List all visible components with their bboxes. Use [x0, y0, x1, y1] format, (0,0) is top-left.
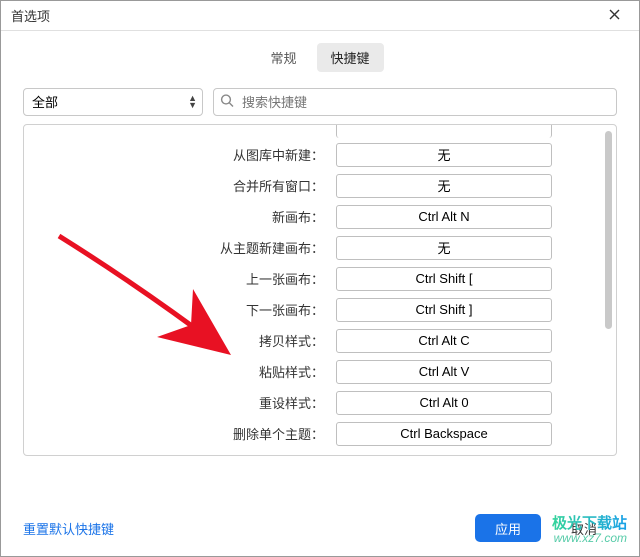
scrollbar-thumb[interactable] [605, 131, 612, 329]
shortcut-input[interactable] [336, 205, 552, 229]
shortcut-input[interactable] [336, 267, 552, 291]
search-icon [220, 94, 234, 111]
tab-shortcuts[interactable]: 快捷键 [317, 43, 384, 72]
tab-bar: 常规 快捷键 [1, 31, 639, 82]
tab-general[interactable]: 常规 [256, 43, 310, 72]
shortcut-input[interactable] [336, 422, 552, 446]
shortcut-label: 从图库中新建： [24, 145, 324, 164]
shortcut-label: 粘贴样式： [24, 362, 324, 381]
search-input[interactable] [213, 88, 617, 116]
shortcut-input[interactable] [336, 360, 552, 384]
shortcut-row: 从图库中新建： [24, 139, 598, 170]
window-title: 首选项 [11, 6, 50, 25]
shortcut-row: 删除单个主题： [24, 418, 598, 449]
shortcut-label: 删除单个主题： [24, 424, 324, 443]
shortcut-label: 新画布： [24, 207, 324, 226]
shortcut-label: 下一张画布： [24, 300, 324, 319]
section-header: 插入主题和元素 [24, 449, 598, 455]
apply-button[interactable]: 应用 [475, 514, 541, 542]
filter-toolbar: 全部 ▲▼ [1, 82, 639, 124]
shortcut-input[interactable] [336, 143, 552, 167]
shortcut-input[interactable] [336, 329, 552, 353]
cancel-button[interactable]: 取消 [551, 514, 617, 542]
shortcut-input[interactable] [336, 174, 552, 198]
shortcuts-panel: 从图库中新建： 合并所有窗口： 新画布： 从主题新建画布： 上一张画布： 下一张… [23, 124, 617, 456]
shortcut-input[interactable] [336, 298, 552, 322]
shortcut-input[interactable] [336, 391, 552, 415]
shortcut-row: 合并所有窗口： [24, 170, 598, 201]
shortcut-row: 上一张画布： [24, 263, 598, 294]
shortcut-row: 从主题新建画布： [24, 232, 598, 263]
search-wrap [213, 88, 617, 116]
shortcut-label: 从主题新建画布： [24, 238, 324, 257]
shortcut-input[interactable] [336, 125, 552, 138]
footer-buttons: 应用 取消 [475, 514, 617, 542]
shortcut-row: 粘贴样式： [24, 356, 598, 387]
close-icon [609, 7, 620, 24]
category-select[interactable]: 全部 [23, 88, 203, 116]
shortcut-label: 上一张画布： [24, 269, 324, 288]
reset-defaults-link[interactable]: 重置默认快捷键 [23, 519, 114, 538]
close-button[interactable] [599, 1, 629, 31]
shortcut-row: 拷贝样式： [24, 325, 598, 356]
shortcut-row: 新画布： [24, 201, 598, 232]
shortcut-label: 合并所有窗口： [24, 176, 324, 195]
scrollbar[interactable] [605, 131, 612, 449]
titlebar: 首选项 [1, 1, 639, 31]
shortcut-input[interactable] [336, 236, 552, 260]
shortcut-label: 拷贝样式： [24, 331, 324, 350]
shortcut-row: 下一张画布： [24, 294, 598, 325]
shortcut-row [24, 125, 598, 139]
shortcut-label: 重设样式： [24, 393, 324, 412]
category-select-wrap: 全部 ▲▼ [23, 88, 203, 116]
shortcut-row: 重设样式： [24, 387, 598, 418]
footer: 重置默认快捷键 应用 取消 [1, 500, 639, 556]
